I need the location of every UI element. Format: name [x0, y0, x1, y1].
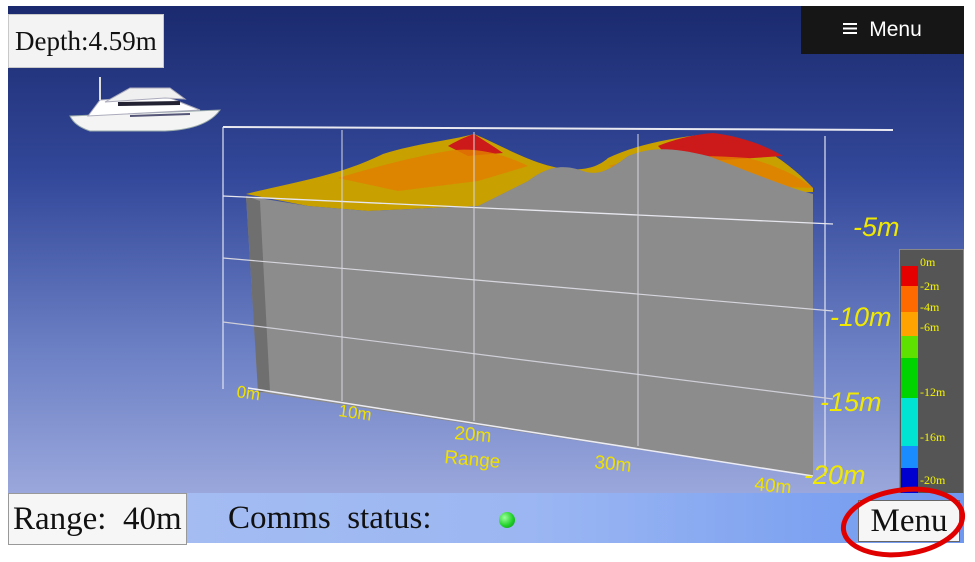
range-button[interactable]: Range: 40m — [8, 493, 187, 545]
legend-band-0 — [901, 266, 918, 286]
legend-label-0m: 0m — [920, 255, 936, 269]
depth-readout: Depth:4.59m — [8, 14, 164, 68]
legend-label-16m: -16m — [920, 430, 946, 444]
legend-label-6m: -6m — [920, 320, 940, 334]
legend-label-20m: -20m — [920, 473, 946, 487]
depth-tick-15: -15m — [820, 387, 882, 417]
legend-band-7 — [901, 468, 918, 493]
depth-tick-10: -10m — [830, 302, 892, 332]
legend-band-1 — [901, 286, 918, 312]
hamburger-icon — [843, 22, 858, 34]
status-bar: Range: 40m Comms status: Menu — [8, 493, 964, 545]
depth-tick-20: -20m — [804, 460, 866, 490]
yacht-icon — [69, 77, 222, 132]
comms-status-indicator-icon — [499, 512, 515, 528]
legend-label-12m: -12m — [920, 385, 946, 399]
legend-label-4m: -4m — [920, 300, 940, 314]
range-tick-40: 40m — [753, 474, 792, 493]
legend-band-6 — [901, 446, 918, 468]
range-tick-0: 0m — [235, 382, 261, 404]
frame-top-line — [222, 126, 894, 131]
legend-band-2 — [901, 312, 918, 336]
sonar-3d-viewport[interactable]: 0m 10m 20m Range 30m 40m -5m -10m -15m -… — [8, 6, 964, 493]
top-menu-label: Menu — [869, 18, 922, 41]
comms-status-label: Comms status: — [228, 500, 432, 536]
range-tick-30: 30m — [593, 452, 632, 477]
legend-band-4 — [901, 358, 918, 398]
range-axis-title: Range — [444, 447, 502, 473]
bottom-menu-button[interactable]: Menu — [858, 500, 960, 542]
range-tick-20: 20m — [454, 423, 493, 447]
depth-color-legend: 0m -2m -4m -6m -12m -16m -20m — [899, 249, 964, 493]
legend-band-3 — [901, 336, 918, 358]
top-menu-button[interactable]: Menu — [801, 6, 964, 54]
range-tick-10: 10m — [337, 401, 372, 424]
depth-axis-labels: -5m -10m -15m -20m — [804, 212, 900, 490]
depth-tick-5: -5m — [853, 212, 900, 242]
sonar-3d-scene[interactable]: 0m 10m 20m Range 30m 40m -5m -10m -15m -… — [8, 6, 964, 493]
legend-label-2m: -2m — [920, 279, 940, 293]
legend-band-5 — [901, 398, 918, 446]
